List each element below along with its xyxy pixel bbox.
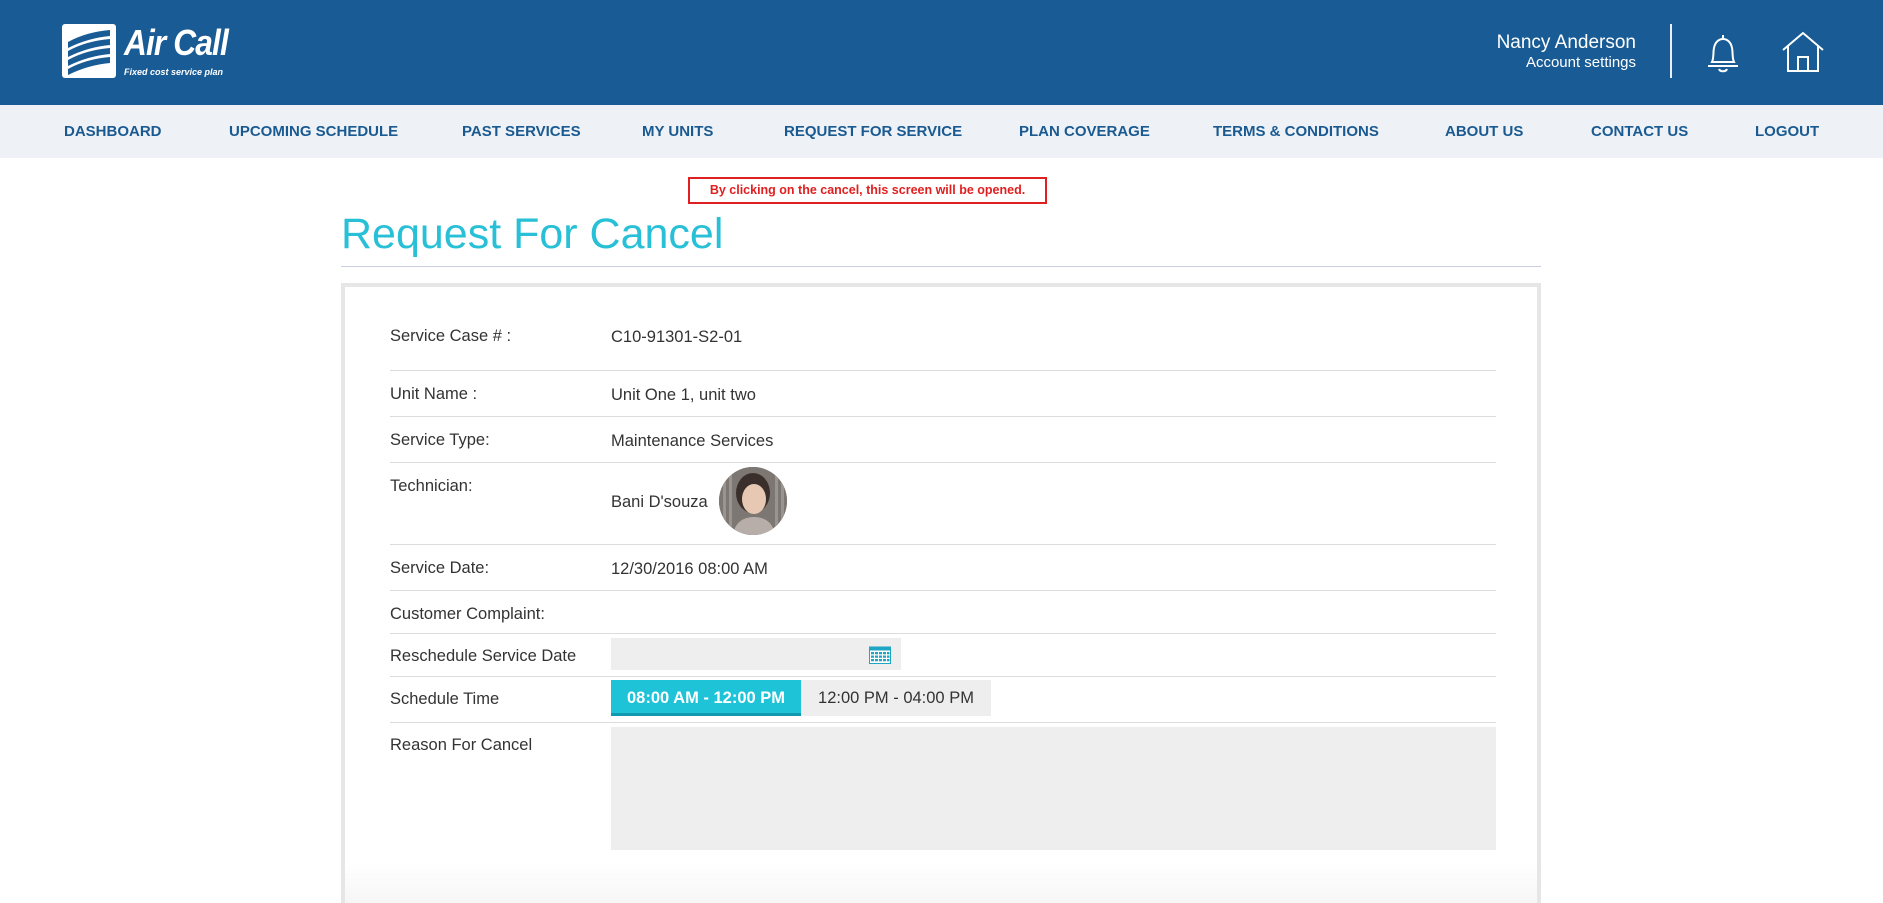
- detail-row-service-date: Service Date: 12/30/2016 08:00 AM: [390, 545, 1496, 591]
- nav-logout[interactable]: LOGOUT: [1755, 105, 1819, 158]
- detail-row-service-type: Service Type: Maintenance Services: [390, 417, 1496, 463]
- brand-tagline: Fixed cost service plan: [124, 67, 224, 77]
- detail-row-unit-name: Unit Name : Unit One 1, unit two: [390, 371, 1496, 417]
- technician-label: Technician:: [390, 477, 473, 495]
- customer-complaint-label: Customer Complaint:: [390, 605, 545, 623]
- reschedule-date-input[interactable]: [611, 638, 901, 670]
- header-divider: [1670, 24, 1672, 78]
- cancel-request-card: Service Case # : C10-91301-S2-01 Unit Na…: [341, 283, 1541, 903]
- technician-avatar: [719, 467, 787, 535]
- nav-past-services[interactable]: PAST SERVICES: [462, 105, 581, 158]
- time-slot-afternoon-button[interactable]: 12:00 PM - 04:00 PM: [801, 680, 991, 716]
- service-type-value: Maintenance Services: [611, 432, 774, 450]
- reason-for-cancel-textarea[interactable]: [611, 727, 1496, 850]
- nav-contact-us[interactable]: CONTACT US: [1591, 105, 1688, 158]
- brand-name: Air Call: [124, 22, 229, 63]
- calendar-icon[interactable]: [869, 646, 891, 664]
- nav-my-units[interactable]: MY UNITS: [642, 105, 713, 158]
- service-date-label: Service Date:: [390, 559, 490, 577]
- service-case-value: C10-91301-S2-01: [611, 328, 743, 346]
- bell-icon[interactable]: [1700, 30, 1746, 76]
- card-bottom-fade: [345, 863, 1537, 903]
- detail-row-service-case: Service Case # : C10-91301-S2-01: [390, 327, 1496, 371]
- logo-mark-icon: [62, 24, 116, 78]
- nav-upcoming-schedule[interactable]: UPCOMING SCHEDULE: [229, 105, 398, 158]
- service-date-value: 12/30/2016 08:00 AM: [611, 560, 768, 578]
- detail-row-customer-complaint: Customer Complaint:: [390, 591, 1496, 634]
- account-settings-link[interactable]: Account settings: [1497, 54, 1636, 72]
- annotation-note: By clicking on the cancel, this screen w…: [688, 177, 1047, 204]
- schedule-time-label: Schedule Time: [390, 690, 500, 708]
- nav-about-us[interactable]: ABOUT US: [1445, 105, 1523, 158]
- user-menu[interactable]: Nancy Anderson Account settings: [1497, 32, 1636, 72]
- nav-plan-coverage[interactable]: PLAN COVERAGE: [1019, 105, 1150, 158]
- unit-name-label: Unit Name :: [390, 385, 478, 403]
- reschedule-date-label: Reschedule Service Date: [390, 647, 577, 665]
- form-row-reason: Reason For Cancel: [390, 723, 1496, 863]
- nav-dashboard[interactable]: DASHBOARD: [64, 105, 162, 158]
- nav-request-for-service[interactable]: REQUEST FOR SERVICE: [784, 105, 962, 158]
- detail-row-technician: Technician: Bani D'souza: [390, 463, 1496, 545]
- time-slot-morning-button[interactable]: 08:00 AM - 12:00 PM: [611, 680, 801, 716]
- service-case-label: Service Case # :: [390, 327, 512, 345]
- technician-name: Bani D'souza: [611, 493, 708, 511]
- home-icon[interactable]: [1780, 30, 1826, 74]
- nav-terms-conditions[interactable]: TERMS & CONDITIONS: [1213, 105, 1379, 158]
- aircall-logo[interactable]: Air Call Fixed cost service plan: [62, 24, 242, 80]
- unit-name-value: Unit One 1, unit two: [611, 386, 756, 404]
- title-divider: [341, 266, 1541, 267]
- form-row-reschedule-date: Reschedule Service Date: [390, 634, 1496, 677]
- form-row-schedule-time: Schedule Time 08:00 AM - 12:00 PM 12:00 …: [390, 677, 1496, 723]
- header-bar: Air Call Fixed cost service plan Nancy A…: [0, 0, 1883, 105]
- main-nav: DASHBOARD UPCOMING SCHEDULE PAST SERVICE…: [0, 105, 1883, 158]
- user-name: Nancy Anderson: [1496, 32, 1636, 53]
- reason-for-cancel-label: Reason For Cancel: [390, 736, 533, 754]
- service-type-label: Service Type:: [390, 431, 490, 449]
- page-title: Request For Cancel: [341, 210, 724, 258]
